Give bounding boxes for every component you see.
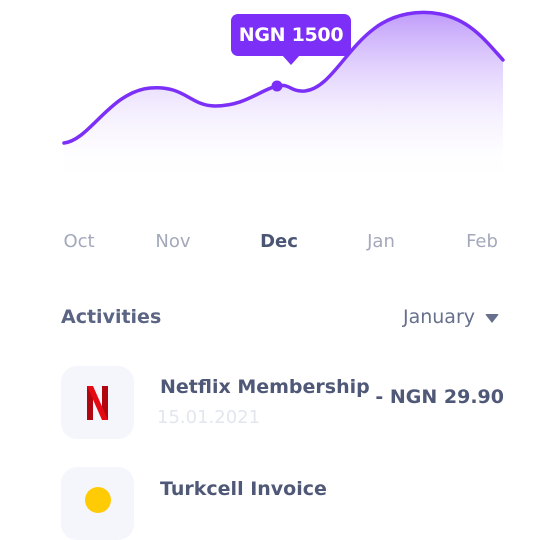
month-axis: Oct Nov Dec Jan Feb (0, 231, 557, 257)
month-nov[interactable]: Nov (155, 231, 190, 252)
month-dropdown-value: January (402, 306, 475, 328)
item-amount: - NGN 29.90 (375, 386, 504, 408)
month-jan[interactable]: Jan (367, 231, 395, 252)
item-name: Netflix Membership (160, 376, 370, 398)
value-tooltip: NGN 1500 (231, 14, 351, 65)
activities-heading: Activities (61, 306, 162, 328)
item-name: Turkcell Invoice (160, 478, 327, 500)
tooltip-value: NGN 1500 (238, 24, 344, 46)
month-dec[interactable]: Dec (260, 231, 298, 252)
spending-chart: NGN 1500 (0, 0, 557, 200)
netflix-logo-icon (61, 366, 134, 439)
item-date: 15.01.2021 (157, 407, 261, 428)
month-oct[interactable]: Oct (63, 231, 94, 252)
month-dropdown[interactable]: January (403, 306, 499, 328)
caret-down-icon (485, 313, 499, 323)
turkcell-dot-icon (85, 487, 111, 513)
chart-selected-point[interactable] (271, 80, 283, 92)
month-feb[interactable]: Feb (466, 231, 498, 252)
turkcell-logo-icon (61, 467, 134, 540)
netflix-n-icon (87, 386, 108, 420)
